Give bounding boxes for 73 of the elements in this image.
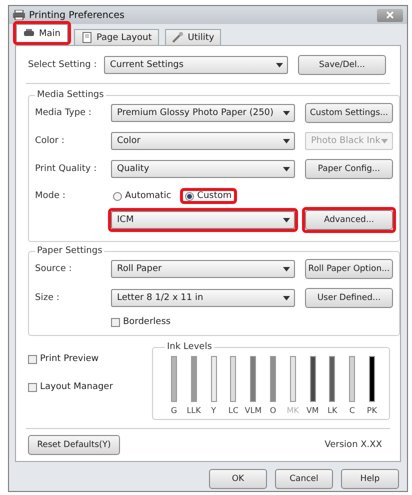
ink-level-meter (250, 356, 256, 402)
push-button[interactable]: User Defined... (305, 288, 393, 308)
ink-label: LC (228, 406, 238, 415)
ink-label: O (270, 406, 276, 415)
ink-level-meter (270, 356, 276, 402)
push-button[interactable]: OK (209, 469, 267, 489)
field-label: Media Type : (35, 108, 92, 118)
radio-button[interactable]: Custom (183, 191, 234, 201)
ink-level-meter (171, 356, 177, 402)
ink-level-meter (230, 356, 236, 402)
wrench-icon (172, 32, 184, 43)
close-button[interactable] (377, 8, 403, 22)
ink-label: VM (306, 406, 319, 415)
caret-icon (283, 296, 290, 300)
media-type-dropdown[interactable]: Premium Glossy Photo Paper (250) (111, 104, 295, 122)
caret-icon (283, 110, 290, 116)
push-button[interactable]: Help (341, 469, 399, 489)
print-quality-dropdown[interactable]: Quality (111, 160, 295, 178)
push-button[interactable]: Advanced... (305, 210, 393, 230)
ink-level-meter (329, 356, 336, 402)
caret-icon (283, 166, 290, 172)
radio-button[interactable]: Automatic (111, 191, 174, 201)
ink-label: LLK (186, 406, 201, 415)
ink-label: LK (328, 406, 338, 415)
caret-icon (283, 218, 290, 222)
push-button[interactable]: Roll Paper Option... (305, 259, 393, 279)
ink-label: VLM (244, 406, 262, 415)
ink-level-meter (290, 356, 296, 402)
window-title: Printing Preferences (29, 10, 126, 20)
color-dropdown[interactable]: Color (111, 132, 295, 150)
caret-icon (381, 138, 388, 144)
ink-level-meter (190, 356, 197, 402)
push-button[interactable]: Save/Del... (298, 55, 386, 75)
printer-icon (13, 10, 25, 20)
field-label: Source : (35, 264, 73, 274)
checkbox[interactable]: Print Preview (28, 354, 138, 364)
ink-level-meter (349, 356, 356, 402)
ink-level-meter (210, 356, 217, 402)
mode-dropdown[interactable]: ICM (111, 211, 295, 229)
field-label: Mode : (35, 191, 66, 201)
ink-level-meter (310, 356, 316, 402)
ink-label: Y (211, 406, 216, 415)
ink-label: G (170, 406, 178, 415)
field-label: Select Setting : (28, 60, 94, 70)
close-icon (386, 11, 394, 19)
tab[interactable]: Page Layout (74, 29, 159, 45)
tab[interactable]: Main (16, 24, 68, 42)
ink-level-meter (368, 356, 375, 402)
field-label: Color : (35, 136, 66, 146)
group-title: Ink Levels (166, 342, 213, 352)
caret-icon (283, 138, 290, 144)
checkbox[interactable]: Borderless (111, 317, 295, 327)
push-button[interactable]: Cancel (275, 469, 333, 489)
caret-icon (283, 266, 290, 272)
ink-label: MK (286, 406, 299, 415)
ink-label: C (349, 406, 355, 415)
page-icon (80, 32, 92, 43)
group-title: Paper Settings (36, 246, 104, 256)
setting-dropdown[interactable]: Current Settings (104, 56, 288, 74)
checkbox[interactable]: Layout Manager (28, 382, 138, 392)
tab[interactable]: Utility (164, 29, 222, 45)
push-button[interactable]: Custom Settings... (305, 103, 393, 123)
ink-label: PK (366, 406, 377, 415)
source-dropdown[interactable]: Roll Paper (111, 260, 295, 278)
field-label: Print Quality : (35, 164, 98, 174)
push-button[interactable]: Reset Defaults(Y) (28, 435, 120, 455)
field-label: Size : (35, 293, 60, 303)
size-dropdown[interactable]: Letter 8 1/2 x 11 in (111, 289, 295, 307)
push-button[interactable]: Paper Config... (305, 159, 393, 179)
version-text: Version X.XX (324, 440, 382, 450)
group-title: Media Settings (36, 90, 105, 100)
caret-icon (276, 62, 283, 68)
printer-icon (23, 28, 35, 39)
